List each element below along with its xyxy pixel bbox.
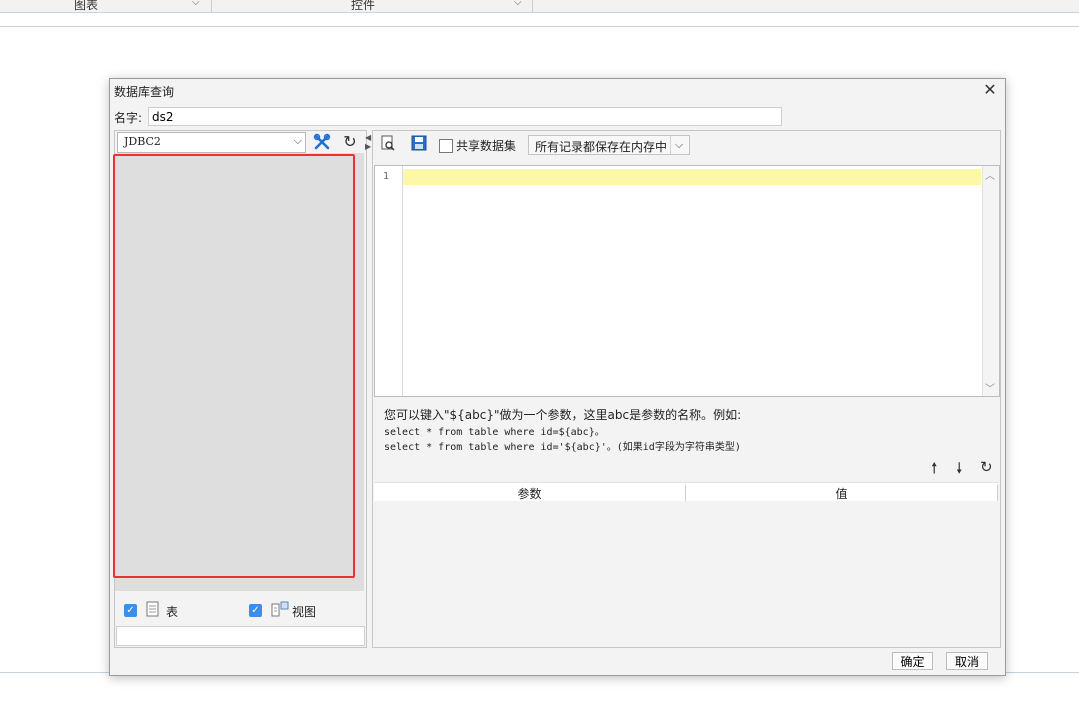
dialog-title: 数据库查询 [114,85,175,99]
parameter-table-body[interactable] [374,501,998,645]
cancel-button[interactable]: 取消 [946,652,988,670]
tables-checkbox[interactable]: ✓ [124,604,137,617]
share-dataset-label: 共享数据集 [456,139,517,153]
parameter-table-header: 参数 值 [374,482,998,502]
chevron-down-icon[interactable]: ⌵ [514,0,522,8]
scroll-down-icon[interactable]: ﹀ [985,380,995,395]
views-label: 视图 [292,605,317,619]
query-panel: 共享数据集 所有记录都保存在内存中 ⌵ 1 ︿ ﹀ 您可以键入"${abc}"做… [372,130,1001,648]
refresh-icon[interactable]: ↻ [339,132,361,152]
toolbar-separator [211,0,212,12]
table-filter-input[interactable] [116,626,365,646]
parameter-example-1: select * from table where id=${abc}。 [384,427,605,438]
views-checkbox[interactable]: ✓ [249,604,262,617]
wrench-icon[interactable] [311,132,333,152]
connection-select[interactable]: JDBC2 ⌵ [117,132,306,153]
parameter-hint: 您可以键入"${abc}"做为一个参数，这里abc是参数的名称。例如: [384,408,742,422]
connection-panel: JDBC2 ⌵ ↻ ✓ 表 ✓ 视图 [113,130,367,648]
sql-editor[interactable]: 1 ︿ ﹀ [374,165,1000,397]
arrow-up-icon[interactable]: 🠕 [931,458,937,483]
toolbar-chart[interactable]: 图表 [74,0,98,13]
param-value-header[interactable]: 值 [686,485,998,502]
database-query-dialog: 数据库查询 ✕ 名字: JDBC2 ⌵ ↻ ✓ 表 ✓ 视图 [109,78,1006,676]
background-toolbar: 图表 ⌵ 控件 ⌵ [0,0,1079,13]
save-icon[interactable] [411,135,427,155]
chevron-down-icon[interactable]: ⌵ [192,0,200,8]
editor-scrollbar[interactable]: ︿ ﹀ [982,166,999,396]
panel-splitter-icon[interactable]: ◀ ▶ [365,133,371,151]
selection-highlight-box [113,154,355,578]
ok-button[interactable]: 确定 [892,652,933,670]
background-divider [0,26,1079,27]
chevron-down-icon: ⌵ [293,134,302,147]
parameter-example-2: select * from table where id='${abc}'。(如… [384,442,741,453]
arrow-down-icon[interactable]: 🠗 [956,458,962,483]
toolbar-separator [532,0,533,12]
toolbar-widget[interactable]: 控件 [351,0,375,13]
table-tree[interactable] [113,153,364,591]
connection-value: JDBC2 [124,135,161,148]
preview-icon[interactable] [380,135,396,155]
memory-mode-select[interactable]: 所有记录都保存在内存中 ⌵ [528,135,690,155]
name-label: 名字: [114,111,143,125]
param-name-header[interactable]: 参数 [374,485,686,502]
line-number: 1 [383,171,390,182]
scroll-up-icon[interactable]: ︿ [985,167,995,182]
table-icon [146,601,160,621]
chevron-down-icon: ⌵ [670,136,687,154]
share-dataset-checkbox[interactable] [439,139,453,153]
refresh-icon[interactable]: ↻ [980,458,993,476]
view-icon [271,601,289,621]
name-input[interactable] [148,107,782,126]
close-icon[interactable]: ✕ [981,81,999,99]
line-gutter: 1 [375,166,403,396]
current-line-highlight [403,169,981,185]
tables-label: 表 [166,605,179,619]
memory-mode-value: 所有记录都保存在内存中 [535,140,668,154]
